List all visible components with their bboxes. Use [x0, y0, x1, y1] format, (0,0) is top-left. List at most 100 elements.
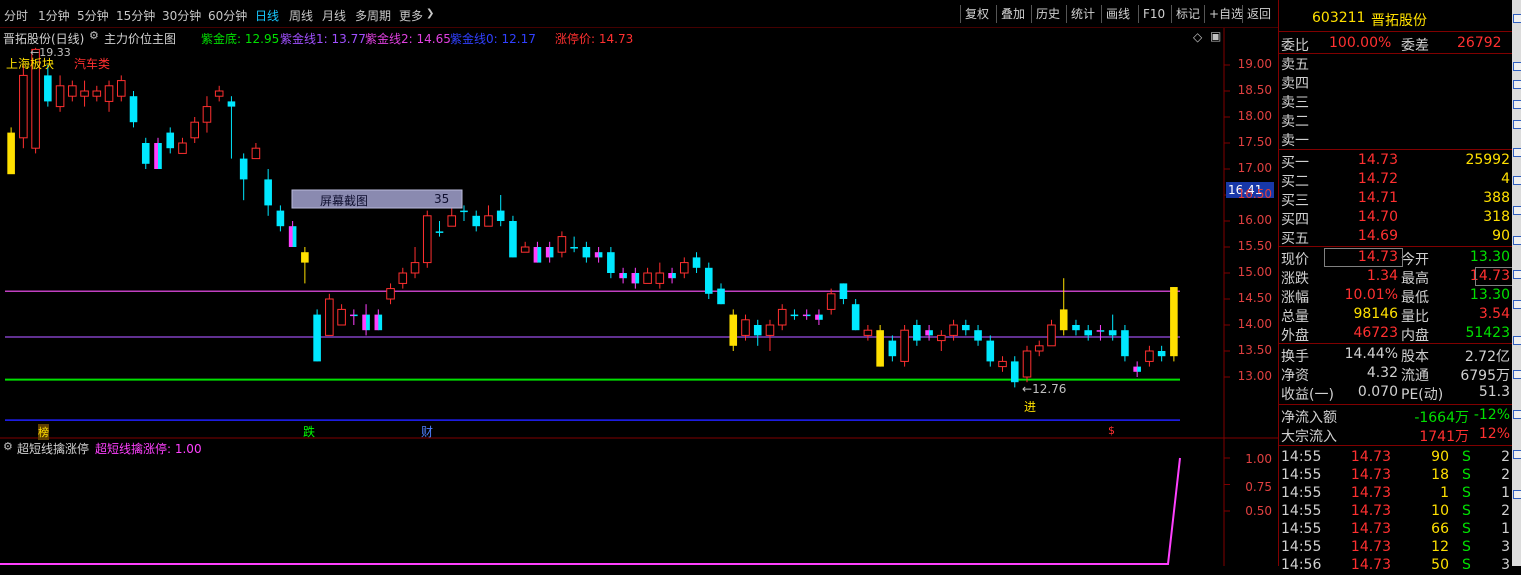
flow-row: 大宗流入 1741万 12% [1279, 425, 1512, 445]
candle-body-up [655, 272, 665, 284]
side-icon-9[interactable] [1513, 236, 1521, 245]
tab-60min[interactable]: 60分钟 [208, 7, 247, 24]
event-marker-dollar[interactable]: $ [1108, 424, 1115, 437]
candle-body [876, 330, 884, 367]
buy-level-4-cell: 买四 [1281, 212, 1309, 228]
candle-body [313, 314, 321, 362]
candle-body-up [68, 85, 77, 97]
tab-monthly[interactable]: 月线 [322, 7, 346, 24]
tick-row-cell: 14:55 [1281, 521, 1322, 537]
tick-row-cell: 2 [1501, 467, 1510, 483]
flow-row: 净流入额 -1664万 -12% [1279, 406, 1512, 426]
side-icon-2[interactable] [1513, 62, 1521, 71]
stock-code: 603211 [1312, 10, 1366, 26]
sub-indicator-name[interactable]: 超短线擒涨停 [17, 440, 89, 457]
candle-body-mixed [1137, 366, 1141, 372]
side-icon-11[interactable] [1513, 300, 1521, 309]
tab-30min[interactable]: 30分钟 [162, 7, 201, 24]
sell-level-2: 卖二 [1279, 110, 1512, 130]
candle-body-up [643, 272, 652, 284]
tab-5min[interactable]: 5分钟 [77, 7, 109, 24]
tick-row-cell: 14.73 [1350, 485, 1391, 501]
tick-row-cell: 14:56 [1281, 557, 1322, 573]
side-icon-16[interactable] [1513, 490, 1521, 499]
back-button[interactable]: 返回 [1242, 5, 1275, 23]
overlay-button[interactable]: 叠加 [996, 5, 1029, 23]
candle-body-mixed [362, 314, 367, 331]
quote-row-cell: 量比 [1401, 309, 1429, 325]
candle-body [1072, 325, 1080, 331]
candle-body-mixed [672, 273, 676, 279]
side-icon-10[interactable] [1513, 270, 1521, 279]
tab-weekly[interactable]: 周线 [289, 7, 313, 24]
candle-body-up [1145, 350, 1154, 362]
tab-daily[interactable]: 日线 [255, 7, 279, 24]
event-marker-die[interactable]: 跌 [303, 423, 315, 440]
sub-gear-icon[interactable]: ⚙ [3, 440, 13, 453]
buy-level-1: 买一 14.73 25992 [1279, 151, 1512, 171]
tab-more[interactable]: 更多 [399, 7, 423, 24]
tick-row-cell: 2 [1501, 449, 1510, 465]
quote-row-cell: 13.30 [1469, 287, 1510, 303]
candle-body [839, 283, 848, 299]
sell-level-4-cell: 卖四 [1281, 76, 1309, 92]
candle-body [729, 314, 738, 346]
side-icon-7[interactable] [1513, 176, 1521, 185]
side-icon-13[interactable] [1513, 370, 1521, 379]
flow-row-cell: 大宗流入 [1281, 429, 1337, 445]
side-icon-6[interactable] [1513, 148, 1521, 157]
f10-button[interactable]: F10 [1138, 5, 1169, 23]
tab-15min[interactable]: 15分钟 [116, 7, 155, 24]
tab-fenshi[interactable]: 分时 [4, 7, 28, 24]
fuquan-button[interactable]: 复权 [960, 5, 993, 23]
quote-row: 总量 98146 量比 3.54 [1279, 305, 1512, 325]
side-icon-14[interactable] [1513, 410, 1521, 419]
stats-button[interactable]: 统计 [1066, 5, 1099, 23]
side-icon-8[interactable] [1513, 206, 1521, 215]
kline-svg[interactable] [0, 28, 1278, 566]
side-icon-5[interactable] [1513, 120, 1521, 129]
mark-button[interactable]: 标记 [1171, 5, 1204, 23]
candle-body-up [520, 246, 530, 253]
side-icon-4[interactable] [1513, 100, 1521, 109]
tick-row-cell: 14.73 [1350, 503, 1391, 519]
candle-body [717, 288, 725, 305]
candle-body-mixed [353, 314, 358, 317]
tab-multi-period[interactable]: 多周期 [355, 7, 391, 24]
legend-limit-up: 涨停价: 14.73 [555, 32, 634, 46]
side-icon-12[interactable] [1513, 336, 1521, 345]
candle-body-up [826, 293, 836, 310]
event-marker-cai[interactable]: 财 [421, 423, 433, 440]
stock-name: 晋拓股份 [1371, 13, 1427, 29]
draw-line-button[interactable]: 画线 [1101, 5, 1134, 23]
candle-body [570, 247, 578, 249]
price-axis-label: 16.00 [1237, 213, 1272, 227]
indicator-gear-icon[interactable]: ⚙ [89, 29, 99, 42]
candle-body-mixed [533, 247, 538, 263]
quote-row-cell: 涨跌 [1281, 271, 1309, 287]
window-toggle-icon[interactable]: ▣ [1210, 29, 1221, 43]
candle-body-up [777, 308, 787, 326]
side-icon-1[interactable] [1513, 14, 1521, 23]
history-button[interactable]: 历史 [1031, 5, 1064, 23]
diamond-icon[interactable]: ◇ [1193, 30, 1202, 44]
add-watchlist-button[interactable]: +自选 [1204, 5, 1247, 23]
tab-1min[interactable]: 1分钟 [38, 7, 70, 24]
flow-row-cell: 12% [1478, 426, 1510, 442]
kline-chart-area[interactable]: 晋拓股份(日线) ⚙ 主力价位主图 紫金底: 12.95 紫金线1: 13.77… [0, 28, 1278, 566]
candle-body [1010, 361, 1019, 383]
event-marker-bang[interactable]: 榜 [38, 424, 49, 440]
quote-row-cell: 3.54 [1478, 306, 1510, 322]
indicator-name[interactable]: 主力价位主图 [104, 30, 176, 47]
candle-body-mixed [815, 314, 819, 320]
tick-row-cell: 66 [1431, 521, 1449, 537]
candle-body [7, 132, 15, 175]
candle-body-up [1022, 350, 1032, 378]
tick-row-cell: 3 [1501, 539, 1510, 555]
side-icon-15[interactable] [1513, 450, 1521, 459]
more-chevron-icon[interactable]: ❯ [426, 8, 434, 19]
candle-body [1108, 330, 1117, 336]
side-icon-3[interactable] [1513, 80, 1521, 89]
quote-row: 涨幅 10.01% 最低 13.30 [1279, 286, 1512, 306]
panel-header: 603211 晋拓股份 [1279, 9, 1512, 29]
